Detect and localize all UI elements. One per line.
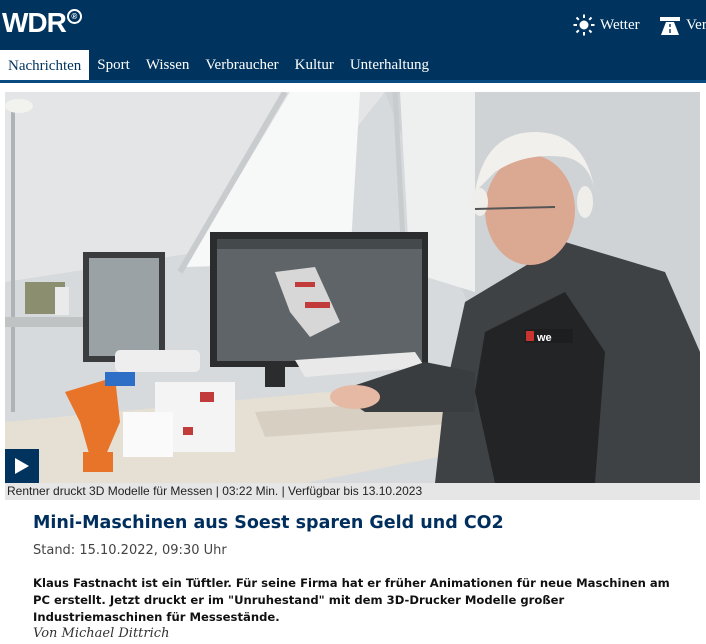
weather-label: Wetter [600, 16, 640, 33]
top-header: WDR ® Wetter Ver [0, 0, 706, 50]
article-author: Von Michael Dittrich [33, 626, 170, 641]
article-lead: Klaus Fastnacht ist ein Tüftler. Für sei… [33, 576, 670, 624]
main-navigation: Nachrichten Sport Wissen Verbraucher Kul… [0, 50, 706, 83]
nav-verbraucher[interactable]: Verbraucher [197, 50, 286, 80]
nav-wissen[interactable]: Wissen [138, 50, 198, 80]
nav-sport[interactable]: Sport [89, 50, 138, 80]
registered-mark: ® [66, 9, 82, 24]
play-icon [15, 458, 29, 474]
play-button[interactable] [5, 449, 39, 483]
sun-icon [573, 14, 595, 36]
logo-text: WDR [2, 7, 67, 38]
video-player[interactable]: we [5, 92, 700, 483]
article-date: Stand: 15.10.2022, 09:30 Uhr [33, 543, 227, 558]
traffic-label: Ver [686, 16, 706, 33]
road-icon [660, 17, 680, 35]
video-caption: Rentner druckt 3D Modelle für Messen | 0… [5, 483, 700, 500]
nav-kultur[interactable]: Kultur [287, 50, 342, 80]
weather-link[interactable]: Wetter [573, 12, 640, 38]
article-headline: Mini-Maschinen aus Soest sparen Geld und… [33, 513, 504, 533]
nav-unterhaltung[interactable]: Unterhaltung [342, 50, 437, 80]
traffic-link[interactable]: Ver [659, 12, 706, 38]
shirt-logo-text: we [536, 332, 552, 344]
wdr-logo[interactable]: WDR ® [2, 6, 82, 40]
video-still: we [5, 92, 700, 483]
nav-nachrichten[interactable]: Nachrichten [0, 50, 90, 80]
